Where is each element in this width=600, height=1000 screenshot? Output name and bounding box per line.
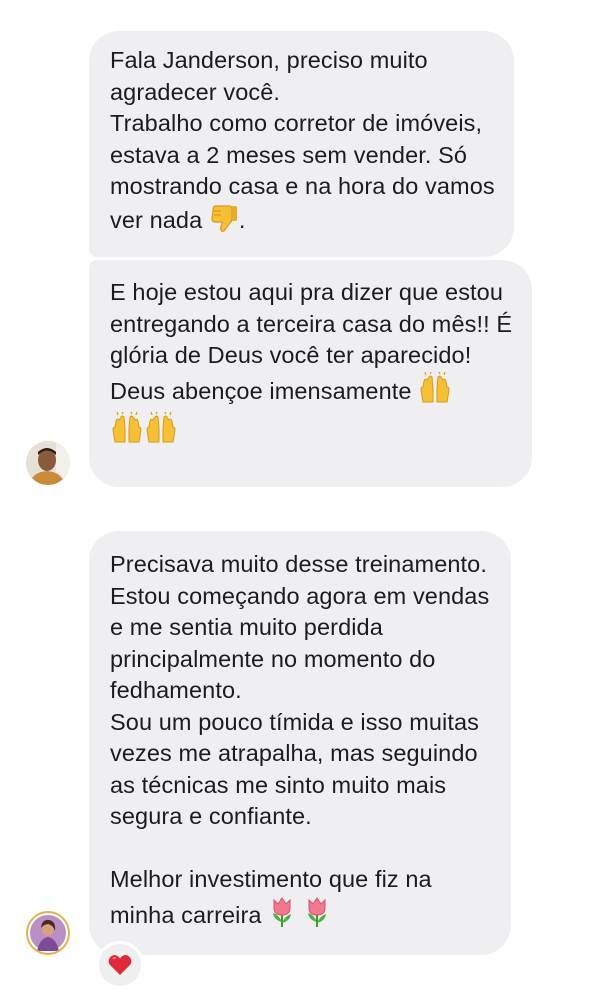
- thumbs-down-icon: [209, 203, 239, 242]
- heart-icon: [108, 955, 132, 975]
- message-text: Fala Janderson, preciso muito agradecer …: [110, 47, 428, 105]
- message-bubble-3[interactable]: Precisava muito desse treinamento. Estou…: [89, 531, 511, 955]
- message-reaction[interactable]: [96, 941, 144, 989]
- sender-avatar-2[interactable]: [26, 911, 70, 955]
- raising-hands-icon: [144, 411, 178, 453]
- tulip-icon: [303, 896, 331, 937]
- message-text: Melhor investimento que fiz na minha car…: [110, 864, 493, 936]
- avatar-photo-icon: [26, 441, 70, 485]
- message-text: Sou um pouco tímida e isso muitas vezes …: [110, 708, 480, 830]
- tulip-icon: [268, 896, 296, 937]
- sender-avatar-1[interactable]: [26, 441, 70, 485]
- message-bubble-2[interactable]: E hoje estou aqui pra dizer que estou en…: [89, 260, 532, 487]
- message-text: Deus abençoe imensamente: [110, 371, 514, 453]
- avatar-photo-icon: [30, 915, 66, 951]
- raising-hands-icon: [110, 411, 144, 453]
- message-text: E hoje estou aqui pra dizer que estou en…: [110, 279, 513, 368]
- raising-hands-icon: [418, 371, 452, 413]
- message-bubble-1[interactable]: Fala Janderson, preciso muito agradecer …: [89, 31, 514, 257]
- message-text: Precisava muito desse treinamento. Estou…: [110, 551, 490, 703]
- message-spacer: [110, 833, 493, 865]
- message-text: Trabalho como corretor de imóveis, estav…: [110, 108, 496, 241]
